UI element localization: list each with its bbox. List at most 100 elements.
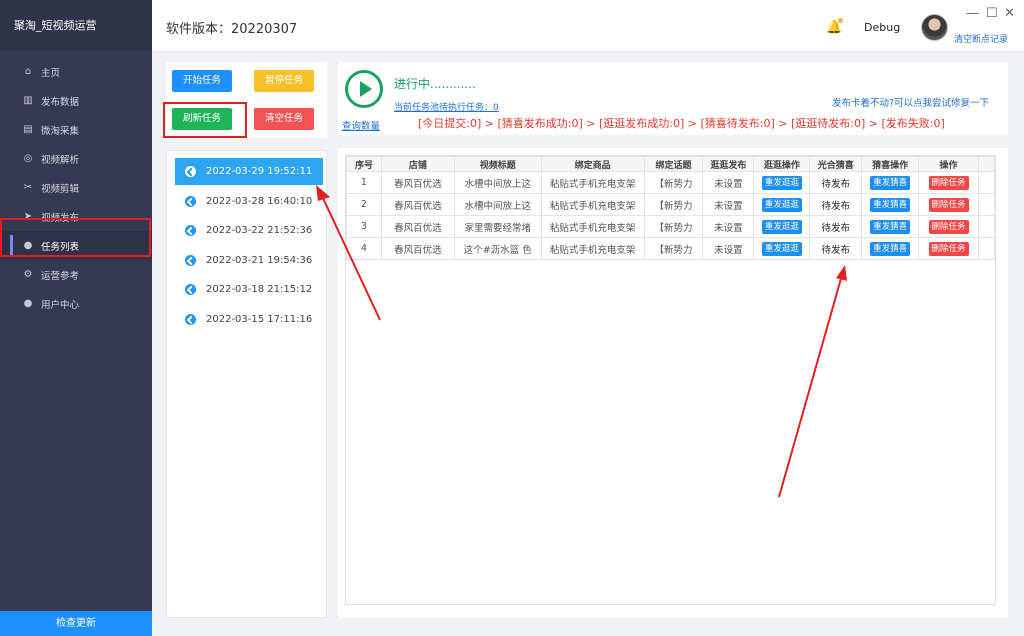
table-cell-filler xyxy=(977,171,996,194)
sidebar-item[interactable]: ✂ 视频剪辑 xyxy=(0,173,152,202)
delete-task-button[interactable]: 删除任务 xyxy=(928,175,969,190)
table-header-cell: 操作 xyxy=(918,156,979,172)
pause-task-button[interactable]: 暂停任务 xyxy=(254,70,314,92)
delete-task-button[interactable]: 删除任务 xyxy=(928,241,969,256)
task-timestamp: 2022-03-18 21:15:12 xyxy=(206,284,313,295)
table-cell: 未设置 xyxy=(702,193,755,216)
query-count-link[interactable]: 查询数量 xyxy=(342,118,380,132)
table-cell: 4 xyxy=(346,237,382,260)
table-header-cell: 光合猜喜 xyxy=(809,156,863,172)
resend-guangguang-button[interactable]: 重发逛逛 xyxy=(761,241,802,256)
repair-link[interactable]: 发布卡着不动?可以点我尝试修复一下 xyxy=(832,95,989,109)
table-cell: 【新势力 xyxy=(643,193,704,216)
gear-icon: ⚙ xyxy=(23,269,33,280)
sidebar-item-label: 视频解析 xyxy=(41,154,80,166)
resend-caixi-button[interactable]: 重发猜喜 xyxy=(870,197,911,212)
sidebar-item[interactable]: ● 用户中心 xyxy=(0,289,152,318)
table-header-cell: 猜喜操作 xyxy=(861,156,920,172)
table-cell-filler xyxy=(977,237,996,260)
table-cell-action: 重发逛逛 xyxy=(753,193,811,216)
resend-caixi-button[interactable]: 重发猜喜 xyxy=(870,219,911,234)
task-timestamp: 2022-03-28 16:40:10 xyxy=(206,195,313,207)
pending-tasks-link[interactable]: 当前任务池待执行任务：0 xyxy=(394,100,499,113)
table-cell-action: 重发逛逛 xyxy=(753,237,811,260)
sidebar-item-label: 主页 xyxy=(41,67,61,79)
sidebar-item[interactable]: ▥ 发布数据 xyxy=(0,86,152,115)
table-cell-action: 重发逛逛 xyxy=(753,215,811,238)
user-name[interactable]: Debug xyxy=(864,21,900,34)
table-header-cell: 逛逛操作 xyxy=(753,156,811,172)
start-task-button[interactable]: 开始任务 xyxy=(172,70,232,92)
task-list-item[interactable]: 2022-03-18 21:15:12 xyxy=(175,276,323,303)
table-header-cell: 店铺 xyxy=(380,156,455,172)
table-cell-action: 删除任务 xyxy=(918,215,979,238)
sidebar-item-label: 发布数据 xyxy=(41,96,80,108)
table-cell: 待发布 xyxy=(809,193,863,216)
table-header-row: 序号 店铺 视频标题 绑定商品 绑定话题 逛逛发布 逛逛操作 光合猜喜 猜喜操作 操作 xyxy=(346,156,996,172)
table-row: 4 春风百优选 这个#沥水篮 色粘贴式手机充电支架 【新势力 未设置 重发逛逛 待发布 重发猜… xyxy=(346,237,996,260)
sidebar-item-label: 用户中心 xyxy=(41,299,80,311)
task-list-item[interactable]: 2022-03-15 17:11:16 xyxy=(175,306,323,333)
task-table: 序号 店铺 视频标题 绑定商品 绑定话题 逛逛发布 逛逛操作 光合猜喜 猜喜操作 操作 1 春风百优… xyxy=(346,156,996,260)
sidebar-item[interactable]: ▤ 微淘采集 xyxy=(0,115,152,144)
table-header-cell: 序号 xyxy=(346,156,382,172)
maximize-icon[interactable]: ☐ xyxy=(986,6,998,21)
play-icon[interactable] xyxy=(345,70,383,108)
table-cell: 待发布 xyxy=(809,171,863,194)
task-icon xyxy=(185,284,196,295)
table-cell: 未设置 xyxy=(702,171,755,194)
user-icon: ● xyxy=(23,298,33,309)
clear-breakpoints-link[interactable]: 清空断点记录 xyxy=(954,32,1008,45)
table-cell: 2 xyxy=(346,193,382,216)
running-status: 进行中............ xyxy=(394,77,476,91)
software-version: 软件版本：20220307 xyxy=(166,22,298,37)
delete-task-button[interactable]: 删除任务 xyxy=(928,197,969,212)
top-bar: 软件版本：20220307 🔔 Debug 清空断点记录 — ☐ ✕ xyxy=(152,0,1024,52)
table-cell-filler xyxy=(977,215,996,238)
table-cell-filler xyxy=(977,193,996,216)
task-list-item[interactable]: 2022-03-28 16:40:10 xyxy=(175,188,323,215)
table-cell: 粘贴式手机充电支架 xyxy=(540,237,645,260)
delete-task-button[interactable]: 删除任务 xyxy=(928,219,969,234)
resend-guangguang-button[interactable]: 重发逛逛 xyxy=(761,197,802,212)
task-timestamp: 2022-03-15 17:11:16 xyxy=(206,313,313,325)
task-table-panel: 序号 店铺 视频标题 绑定商品 绑定话题 逛逛发布 逛逛操作 光合猜喜 猜喜操作 操作 1 春风百优… xyxy=(338,148,1008,618)
minimize-icon[interactable]: — xyxy=(966,6,979,21)
clear-task-button[interactable]: 清空任务 xyxy=(254,108,314,130)
resend-guangguang-button[interactable]: 重发逛逛 xyxy=(761,219,802,234)
task-icon xyxy=(185,166,196,177)
sidebar-item[interactable]: ⚙ 运营参考 xyxy=(0,260,152,289)
table-header-filler xyxy=(977,156,996,172)
sidebar-item[interactable]: ⌂ 主页 xyxy=(0,57,152,86)
table-cell: 水槽中间放上这 xyxy=(453,171,542,194)
table-cell: 春风百优选 xyxy=(380,215,455,238)
notification-dot xyxy=(838,18,843,23)
table-cell-action: 重发猜喜 xyxy=(861,171,920,194)
resend-caixi-button[interactable]: 重发猜喜 xyxy=(870,175,911,190)
scissors-icon: ✂ xyxy=(23,182,33,193)
table-cell: 水槽中间放上这 xyxy=(453,193,542,216)
table-cell: 【新势力 xyxy=(643,215,704,238)
resend-caixi-button[interactable]: 重发猜喜 xyxy=(870,241,911,256)
task-list: 2022-03-29 19:52:11 2022-03-28 16:40:10 20… xyxy=(166,150,327,618)
task-list-item[interactable]: 2022-03-22 21:52:36 xyxy=(175,217,323,244)
task-list-item[interactable]: 2022-03-29 19:52:11 xyxy=(175,158,323,185)
table-cell-action: 重发猜喜 xyxy=(861,215,920,238)
table-cell: 未设置 xyxy=(702,215,755,238)
table-row: 1 春风百优选 水槽中间放上这 粘贴式手机充电支架 【新势力 未设置 重发逛逛 待发布 重发猜喜… xyxy=(346,171,996,194)
status-panel: 进行中............ 当前任务池待执行任务：0 发布卡着不动?可以点我… xyxy=(338,62,1008,135)
task-list-item[interactable]: 2022-03-21 19:54:36 xyxy=(175,247,323,274)
task-icon xyxy=(185,254,196,266)
table-cell: 1 xyxy=(346,171,382,194)
resend-guangguang-button[interactable]: 重发逛逛 xyxy=(761,175,802,190)
table-cell-action: 重发猜喜 xyxy=(861,237,920,260)
avatar[interactable] xyxy=(921,14,948,41)
check-update-button[interactable]: 检查更新 xyxy=(0,611,152,636)
table-cell-action: 删除任务 xyxy=(918,193,979,216)
sidebar-item[interactable]: ◎ 视频解析 xyxy=(0,144,152,173)
table-cell: 待发布 xyxy=(809,237,863,260)
task-icon xyxy=(185,225,196,236)
close-icon[interactable]: ✕ xyxy=(1004,6,1015,21)
sidebar-menu: ⌂ 主页 ▥ 发布数据 ▤ 微淘采集 ◎ 视频解析 ✂ 视频剪辑 ➤ 视频发布 ● 任务列表 ⚙ 运营参考 ● 用… xyxy=(0,51,152,318)
table-cell: 3 xyxy=(346,215,382,238)
